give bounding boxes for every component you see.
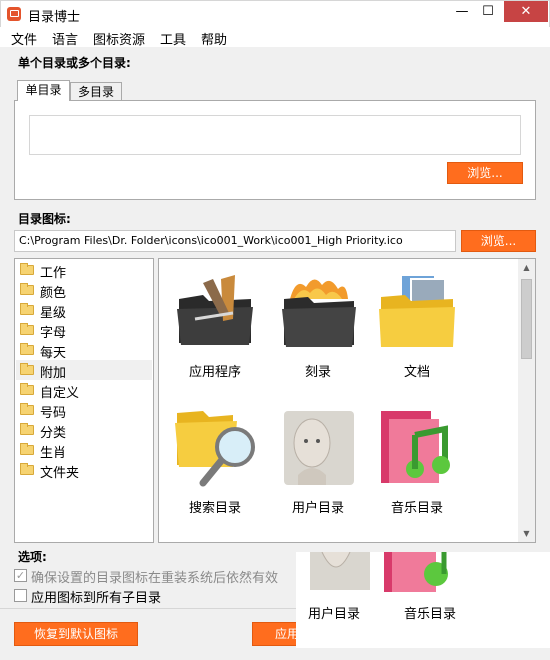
single-directory-panel: 浏览... bbox=[14, 100, 536, 200]
tree-item-daily[interactable]: 每天 bbox=[16, 340, 152, 361]
menu-language[interactable]: 语言 bbox=[52, 29, 78, 48]
category-tree: 工作 颜色 星级 字母 每天 附加 自定义 号码 分类 生肖 文件夹 bbox=[14, 258, 154, 543]
folder-icon bbox=[20, 403, 34, 415]
tree-item-work[interactable]: 工作 bbox=[16, 260, 152, 281]
icon-label: 刻录 bbox=[304, 365, 331, 380]
icon-section-label: 目录图标: bbox=[18, 212, 71, 226]
folder-icon bbox=[20, 443, 34, 455]
title-bar: 目录博士 — ☐ ✕ bbox=[0, 0, 550, 27]
tree-item-label: 星级 bbox=[40, 306, 67, 321]
tree-item-colors[interactable]: 颜色 bbox=[16, 280, 152, 301]
scroll-up-arrow-icon[interactable]: ▲ bbox=[518, 259, 535, 276]
tab-multiple-directories[interactable]: 多目录 bbox=[70, 82, 122, 102]
minimize-button[interactable]: — bbox=[449, 1, 475, 22]
tree-item-numbers[interactable]: 号码 bbox=[16, 400, 152, 421]
icon-label: 应用程序 bbox=[188, 365, 241, 380]
icon-label: 文档 bbox=[403, 365, 430, 380]
music-folder-icon bbox=[384, 552, 448, 592]
tree-item-label: 生肖 bbox=[40, 446, 67, 461]
icon-cell-search[interactable]: 搜索目录 bbox=[163, 401, 263, 531]
icon-path-input[interactable]: C:\Program Files\Dr. Folder\icons\ico001… bbox=[14, 230, 456, 252]
icon-cell-burn[interactable]: 刻录 bbox=[266, 265, 366, 395]
icon-cell-music[interactable]: 音乐目录 bbox=[365, 401, 465, 531]
icon-label: 用户目录 bbox=[291, 501, 344, 516]
tree-item-label: 分类 bbox=[40, 426, 67, 441]
tree-item-label: 颜色 bbox=[40, 286, 67, 301]
icon-cell-documents[interactable]: 文档 bbox=[365, 265, 465, 395]
folder-icon bbox=[20, 343, 34, 355]
folder-icon bbox=[20, 383, 34, 395]
icon-label: 音乐目录 bbox=[390, 501, 443, 516]
option-persist-label: 确保设置的目录图标在重装系统后依然有效 bbox=[31, 571, 279, 586]
burn-folder-icon bbox=[282, 279, 356, 347]
documents-folder-icon bbox=[379, 274, 455, 347]
browse-icon-button[interactable]: 浏览... bbox=[461, 230, 536, 252]
app-icon bbox=[7, 7, 21, 21]
icon-grid-scrollbar[interactable]: ▲ ▼ bbox=[518, 259, 535, 542]
tree-item-label: 附加 bbox=[40, 366, 67, 381]
overlay-label-music: 音乐目录 bbox=[403, 607, 456, 622]
applications-folder-icon bbox=[177, 275, 253, 345]
menu-bar: 文件 语言 图标资源 工具 帮助 bbox=[0, 27, 550, 48]
browse-directory-button[interactable]: 浏览... bbox=[447, 162, 523, 184]
folder-icon bbox=[20, 363, 34, 375]
folder-icon bbox=[20, 303, 34, 315]
tree-item-label: 字母 bbox=[40, 326, 67, 341]
tree-item-label: 文件夹 bbox=[40, 466, 80, 481]
menu-tools[interactable]: 工具 bbox=[160, 29, 186, 48]
menu-icon-resources[interactable]: 图标资源 bbox=[93, 29, 145, 48]
folder-icon bbox=[20, 283, 34, 295]
tree-item-folders[interactable]: 文件夹 bbox=[16, 460, 152, 481]
icon-cell-applications[interactable]: 应用程序 bbox=[163, 265, 263, 395]
scrollbar-thumb[interactable] bbox=[521, 279, 532, 359]
tree-item-custom[interactable]: 自定义 bbox=[16, 380, 152, 401]
tree-item-label: 号码 bbox=[40, 406, 67, 421]
tab-single-directory[interactable]: 单目录 bbox=[17, 80, 70, 101]
close-button[interactable]: ✕ bbox=[504, 1, 548, 22]
overlay-label-user: 用户目录 bbox=[307, 607, 360, 622]
maximize-button[interactable]: ☐ bbox=[475, 1, 501, 22]
tree-item-label: 工作 bbox=[40, 266, 67, 281]
option-subfolders-label: 应用图标到所有子目录 bbox=[31, 591, 162, 606]
restore-default-icon-button[interactable]: 恢复到默认图标 bbox=[14, 622, 138, 646]
directory-section-label: 单个目录或多个目录: bbox=[18, 56, 131, 70]
tree-item-stars[interactable]: 星级 bbox=[16, 300, 152, 321]
tree-item-categories[interactable]: 分类 bbox=[16, 420, 152, 441]
window-title: 目录博士 bbox=[28, 10, 81, 25]
folder-icon bbox=[20, 323, 34, 335]
option-subfolders-checkbox[interactable] bbox=[14, 589, 27, 602]
tree-item-extra[interactable]: 附加 bbox=[16, 360, 152, 381]
scroll-down-arrow-icon[interactable]: ▼ bbox=[518, 525, 535, 542]
search-folder-icon bbox=[175, 411, 255, 487]
folder-icon bbox=[20, 423, 34, 435]
drag-preview-overlay: 用户目录 音乐目录 bbox=[296, 552, 550, 648]
directory-input[interactable] bbox=[29, 115, 521, 155]
menu-help[interactable]: 帮助 bbox=[201, 29, 227, 48]
folder-icon bbox=[20, 463, 34, 475]
menu-file[interactable]: 文件 bbox=[11, 29, 37, 48]
icon-label: 搜索目录 bbox=[188, 501, 241, 516]
user-folder-icon bbox=[310, 552, 370, 590]
options-label: 选项: bbox=[18, 550, 47, 564]
tree-item-label: 每天 bbox=[40, 346, 67, 361]
music-folder-icon bbox=[381, 411, 450, 483]
icon-cell-user[interactable]: 用户目录 bbox=[266, 401, 366, 531]
folder-icon bbox=[20, 263, 34, 275]
icon-grid: 应用程序 刻录 文档 搜索目录 用户目录 音乐目录 ▲ ▼ bbox=[158, 258, 536, 543]
tree-item-zodiac[interactable]: 生肖 bbox=[16, 440, 152, 461]
option-persist-checkbox: ✓ bbox=[14, 569, 27, 582]
tree-item-letters[interactable]: 字母 bbox=[16, 320, 152, 341]
user-folder-icon bbox=[284, 411, 354, 485]
tree-item-label: 自定义 bbox=[40, 386, 80, 401]
